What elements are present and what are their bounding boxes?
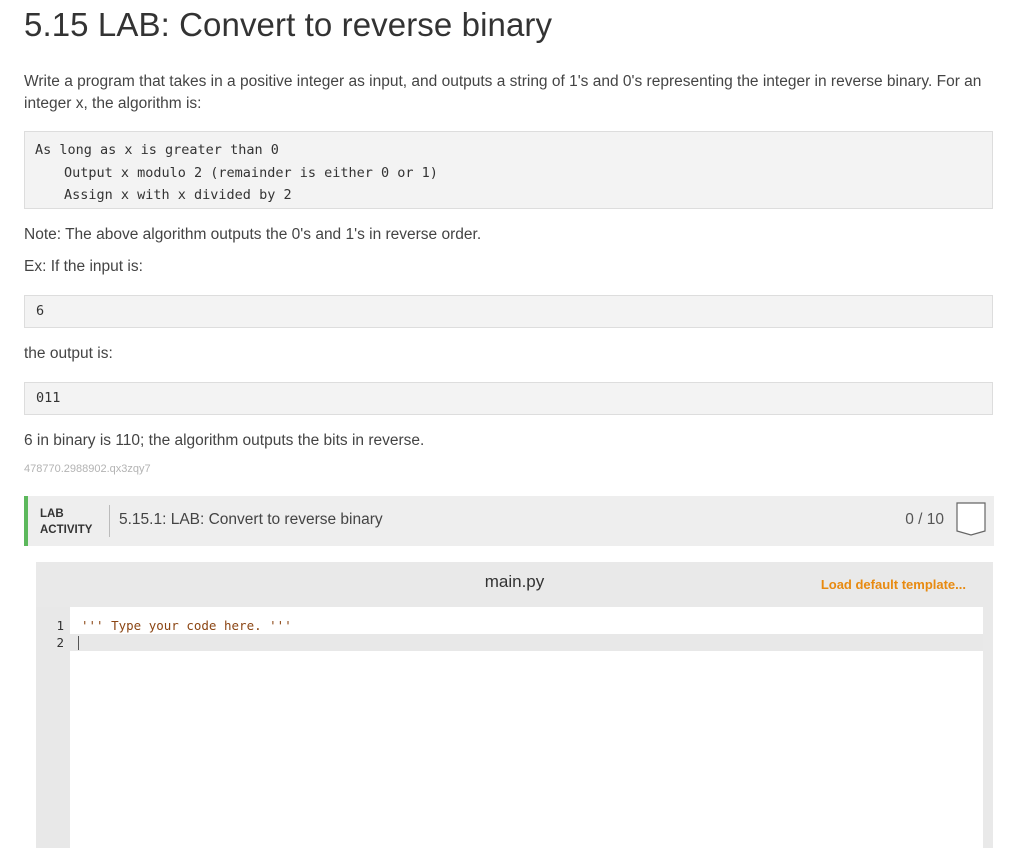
lab-activity-header: LAB ACTIVITY 5.15.1: LAB: Convert to rev… [24, 496, 994, 546]
load-default-template-link[interactable]: Load default template... [821, 577, 966, 592]
example-input-block: 6 [24, 295, 993, 328]
output-label: the output is: [24, 345, 113, 362]
lab-page: 5.15 LAB: Convert to reverse binary Writ… [0, 0, 1021, 848]
lab-tag-line: LAB [40, 508, 64, 520]
text-cursor [78, 636, 79, 650]
example-label: Ex: If the input is: [24, 258, 143, 275]
explanation-text: 6 in binary is 110; the algorithm output… [24, 432, 425, 449]
note-text: Note: The above algorithm outputs the 0'… [24, 226, 482, 243]
score-text: 0 / 10 [905, 511, 944, 528]
line-number: 2 [56, 635, 64, 650]
score-badge-icon [956, 502, 986, 536]
example-output-block: 011 [24, 382, 993, 415]
line-number: 1 [56, 618, 64, 633]
algorithm-line: As long as x is greater than 0 [35, 142, 279, 158]
algorithm-line: Output x modulo 2 (remainder is either 0… [64, 164, 438, 181]
content-id: 478770.2988902.qx3zqy7 [24, 463, 151, 475]
algorithm-block: As long as x is greater than 0 Output x … [24, 131, 993, 209]
lab-activity-tag: LAB ACTIVITY [40, 506, 92, 538]
page-title: 5.15 LAB: Convert to reverse binary [24, 6, 553, 43]
algorithm-line: Assign x with x divided by 2 [64, 187, 292, 203]
code-editor-panel: main.py Load default template... 1 ''' T… [36, 562, 993, 848]
header-divider [109, 505, 110, 537]
lab-activity-title: 5.15.1: LAB: Convert to reverse binary [119, 511, 383, 528]
lab-tag-line: ACTIVITY [40, 524, 93, 536]
code-editor[interactable]: 1 ''' Type your code here. ''' 2 [36, 607, 983, 848]
code-line[interactable]: 1 ''' Type your code here. ''' [36, 617, 983, 634]
problem-description: Write a program that takes in a positive… [24, 73, 982, 112]
code-line-active[interactable]: 2 [36, 634, 983, 651]
code-text[interactable]: ''' Type your code here. ''' [81, 617, 292, 634]
